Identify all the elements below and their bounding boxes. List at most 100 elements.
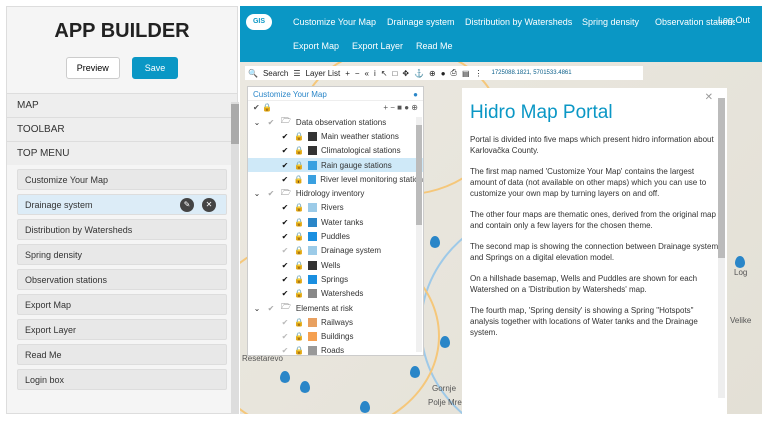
- check-icon[interactable]: ✔: [266, 118, 276, 127]
- zoom-out-icon[interactable]: −: [355, 69, 360, 78]
- layer-item[interactable]: ✔ 🔒 Railways: [248, 315, 423, 329]
- chevron-down-icon[interactable]: ⌄: [252, 189, 262, 198]
- delete-icon[interactable]: ✕: [202, 198, 216, 212]
- nav-watersheds[interactable]: Distribution by Watersheds: [465, 17, 572, 27]
- logout-link[interactable]: Log Out: [718, 15, 750, 25]
- check-icon[interactable]: ✔: [266, 304, 276, 313]
- print-icon[interactable]: ⎙: [451, 68, 457, 78]
- section-top-menu[interactable]: TOP MENU: [7, 141, 237, 165]
- check-icon[interactable]: ✔: [280, 289, 290, 298]
- check-icon[interactable]: ✔: [280, 332, 290, 341]
- zoom-extent-icon[interactable]: ⊕: [429, 69, 436, 78]
- zoom-in-icon[interactable]: +: [345, 69, 350, 78]
- save-button[interactable]: Save: [131, 57, 179, 79]
- layer-group[interactable]: ⌄ ✔ 🗁 Data observation stations: [248, 115, 423, 129]
- edit-icon[interactable]: ✎: [180, 198, 194, 212]
- layer-group[interactable]: ⌄ ✔ 🗁 Elements at risk: [248, 301, 423, 315]
- layer-item[interactable]: ✔ 🔒 Puddles: [248, 229, 423, 243]
- menu-item[interactable]: Login box: [17, 369, 227, 390]
- menu-item[interactable]: Customize Your Map: [17, 169, 227, 190]
- list-icon[interactable]: ☰: [293, 69, 300, 78]
- layer-item[interactable]: ✔ 🔒 Water tanks: [248, 215, 423, 229]
- check-all-icon[interactable]: ✔: [253, 103, 260, 112]
- layer-item[interactable]: ✔ 🔒 River level monitoring station: [248, 172, 423, 186]
- lock-icon[interactable]: 🔒: [294, 332, 304, 341]
- section-map[interactable]: MAP: [7, 93, 237, 117]
- lock-icon[interactable]: 🔒: [294, 275, 304, 284]
- check-icon[interactable]: ✔: [280, 218, 290, 227]
- nav-export-map[interactable]: Export Map: [293, 41, 339, 51]
- layer-item[interactable]: ✔ 🔒 Wells: [248, 258, 423, 272]
- check-icon[interactable]: ✔: [280, 132, 290, 141]
- lock-icon[interactable]: 🔒: [294, 203, 304, 212]
- nav-read-me[interactable]: Read Me: [416, 41, 453, 51]
- layer-actions[interactable]: + − ■ ● ⊕: [383, 103, 418, 113]
- layer-list-button[interactable]: Layer List: [306, 69, 341, 78]
- layer-item[interactable]: ✔ 🔒 Roads: [248, 344, 423, 358]
- layer-item[interactable]: ✔ 🔒 Springs: [248, 272, 423, 286]
- nav-spring-density[interactable]: Spring density: [582, 17, 639, 27]
- menu-item[interactable]: Spring density: [17, 244, 227, 265]
- close-icon[interactable]: ✕: [705, 92, 713, 103]
- check-icon[interactable]: ✔: [266, 189, 276, 198]
- layer-item[interactable]: ✔ 🔒 Rivers: [248, 201, 423, 215]
- chevron-down-icon[interactable]: ⌄: [252, 118, 262, 127]
- layer-item[interactable]: ✔ 🔒 Main weather stations: [248, 129, 423, 143]
- layer-item[interactable]: ✔ 🔒 Rain gauge stations: [248, 157, 423, 173]
- check-icon[interactable]: ✔: [280, 346, 290, 355]
- lock-icon[interactable]: 🔒: [294, 161, 304, 170]
- check-icon[interactable]: ✔: [280, 146, 290, 155]
- lock-icon[interactable]: 🔒: [294, 346, 304, 355]
- pointer-icon[interactable]: ↖: [381, 69, 388, 78]
- check-icon[interactable]: ✔: [280, 175, 290, 184]
- lock-icon[interactable]: 🔒: [294, 218, 304, 227]
- collapse-icon[interactable]: «: [365, 69, 369, 78]
- nav-export-layer[interactable]: Export Layer: [352, 41, 403, 51]
- menu-item[interactable]: Export Map: [17, 294, 227, 315]
- select-box-icon[interactable]: □: [392, 69, 397, 78]
- table-icon[interactable]: ▤: [462, 69, 470, 78]
- globe-icon[interactable]: ●: [441, 69, 446, 78]
- lock-icon[interactable]: 🔒: [294, 318, 304, 327]
- search-icon[interactable]: 🔍: [248, 69, 258, 78]
- nav-drainage[interactable]: Drainage system: [387, 17, 455, 27]
- layer-item[interactable]: ✔ 🔒 Watersheds: [248, 287, 423, 301]
- info-scrollbar[interactable]: [718, 98, 725, 398]
- info-icon[interactable]: i: [374, 69, 376, 78]
- lock-icon[interactable]: 🔒: [294, 132, 304, 141]
- layer-scrollbar[interactable]: [416, 117, 422, 352]
- section-toolbar[interactable]: TOOLBAR: [7, 117, 237, 141]
- menu-item[interactable]: Observation stations: [17, 269, 227, 290]
- more-icon[interactable]: ⋮: [475, 69, 483, 78]
- lock-icon[interactable]: 🔒: [294, 175, 304, 184]
- lock-icon[interactable]: 🔒: [294, 232, 304, 241]
- check-icon[interactable]: ✔: [280, 275, 290, 284]
- globe-icon[interactable]: ●: [413, 90, 418, 99]
- lock-icon[interactable]: 🔒: [294, 146, 304, 155]
- check-icon[interactable]: ✔: [280, 261, 290, 270]
- preview-button[interactable]: Preview: [65, 57, 120, 79]
- menu-item[interactable]: Read Me: [17, 344, 227, 365]
- lock-icon[interactable]: 🔒: [294, 289, 304, 298]
- lock-icon[interactable]: 🔒: [294, 246, 304, 255]
- lock-icon[interactable]: 🔒: [294, 261, 304, 270]
- check-icon[interactable]: ✔: [280, 232, 290, 241]
- search-button[interactable]: Search: [263, 69, 288, 78]
- anchor-icon[interactable]: ⚓: [414, 69, 424, 78]
- layer-item[interactable]: ✔ 🔒 Drainage system: [248, 244, 423, 258]
- lock-icon[interactable]: 🔒: [262, 103, 272, 112]
- check-icon[interactable]: ✔: [280, 161, 290, 170]
- check-icon[interactable]: ✔: [280, 246, 290, 255]
- layer-group[interactable]: ⌄ ✔ 🗁 Hidrology inventory: [248, 186, 423, 200]
- menu-item[interactable]: Export Layer: [17, 319, 227, 340]
- layer-item[interactable]: ✔ 🔒 Climatological stations: [248, 144, 423, 158]
- scrollbar[interactable]: [231, 102, 239, 414]
- pan-icon[interactable]: ✥: [402, 69, 409, 78]
- menu-item[interactable]: Drainage system ✎ ✕: [17, 194, 227, 215]
- check-icon[interactable]: ✔: [280, 203, 290, 212]
- nav-customize[interactable]: Customize Your Map: [293, 17, 376, 27]
- layer-item[interactable]: ✔ 🔒 Buildings: [248, 329, 423, 343]
- chevron-down-icon[interactable]: ⌄: [252, 304, 262, 313]
- menu-item[interactable]: Distribution by Watersheds: [17, 219, 227, 240]
- check-icon[interactable]: ✔: [280, 318, 290, 327]
